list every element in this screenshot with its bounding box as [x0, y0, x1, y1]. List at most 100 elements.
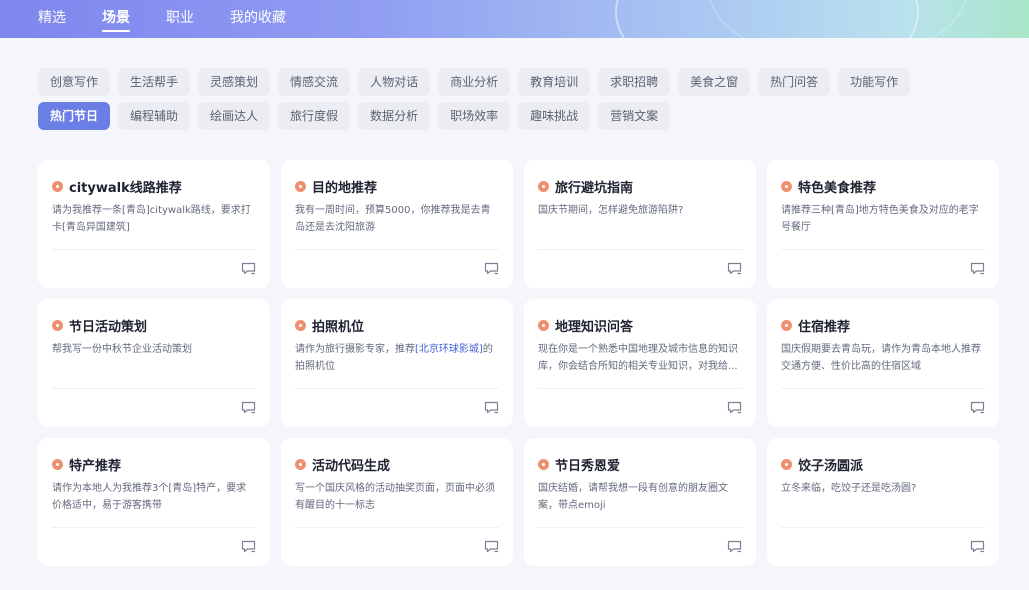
card-title: 节日活动策划 — [52, 315, 256, 335]
category-chip[interactable]: 教育培训 — [518, 68, 591, 96]
card-divider — [781, 388, 985, 389]
prompt-card[interactable]: 住宿推荐国庆假期要去青岛玩，请作为青岛本地人推荐交通方便、性价比高的住宿区域 — [767, 299, 999, 427]
card-title-text: 特产推荐 — [69, 458, 122, 474]
card-description: 帮我写一份中秋节企业活动策划 — [52, 344, 192, 355]
card-divider — [52, 249, 256, 250]
category-chip[interactable]: 功能写作 — [838, 68, 911, 96]
card-title: citywalk线路推荐 — [52, 176, 256, 196]
chat-bubble-icon[interactable] — [484, 260, 499, 275]
card-title-text: 住宿推荐 — [798, 319, 851, 335]
card-divider — [52, 527, 256, 528]
category-chip[interactable]: 营销文案 — [598, 102, 671, 130]
orange-dot-icon — [52, 458, 63, 470]
category-chip[interactable]: 灵感策划 — [198, 68, 271, 96]
card-title: 目的地推荐 — [295, 176, 499, 196]
prompt-card[interactable]: 拍照机位 请作为旅行摄影专家，推荐[北京环球影城]的拍照机位 — [281, 299, 513, 427]
chat-bubble-icon[interactable] — [727, 260, 742, 275]
category-chip[interactable]: 人物对话 — [358, 68, 431, 96]
decorative-swirl — [707, 0, 969, 38]
card-title: 特色美食推荐 — [781, 176, 985, 196]
card-title-text: 活动代码生成 — [312, 458, 391, 474]
category-chip[interactable]: 美食之窗 — [678, 68, 751, 96]
card-title: 旅行避坑指南 — [538, 176, 742, 196]
category-chip[interactable]: 编程辅助 — [118, 102, 191, 130]
category-chip[interactable]: 绘画达人 — [198, 102, 271, 130]
card-description: 请作为旅行摄影专家，推荐[北京环球影城]的拍照机位 — [295, 341, 499, 375]
category-chip[interactable]: 求职招聘 — [598, 68, 671, 96]
card-title: 节日秀恩爱 — [538, 454, 742, 474]
card-description: 国庆假期要去青岛玩，请作为青岛本地人推荐交通方便、性价比高的住宿区域 — [781, 344, 981, 372]
orange-dot-icon — [781, 458, 792, 470]
chat-bubble-icon[interactable] — [484, 399, 499, 414]
chat-bubble-icon[interactable] — [727, 399, 742, 414]
card-title: 地理知识问答 — [538, 315, 742, 335]
category-chip[interactable]: 生活帮手 — [118, 68, 191, 96]
orange-dot-icon — [52, 180, 63, 192]
chat-bubble-icon[interactable] — [484, 538, 499, 553]
card-divider — [538, 388, 742, 389]
prompt-card[interactable]: 饺子汤圆派立冬来临，吃饺子还是吃汤圆? — [767, 438, 999, 566]
chat-bubble-icon[interactable] — [970, 260, 985, 275]
category-chip[interactable]: 职场效率 — [438, 102, 511, 130]
orange-dot-icon — [538, 180, 549, 192]
nav-tab-favorites[interactable]: 我的收藏 — [230, 0, 286, 38]
nav-tab-featured[interactable]: 精选 — [38, 0, 66, 38]
category-chip[interactable]: 趣味挑战 — [518, 102, 591, 130]
orange-dot-icon — [295, 458, 306, 470]
card-divider — [538, 527, 742, 528]
prompt-card[interactable]: 旅行避坑指南国庆节期间，怎样避免旅游陷阱? — [524, 160, 756, 288]
chat-bubble-icon[interactable] — [727, 538, 742, 553]
prompt-card[interactable]: 地理知识问答 现在你是一个熟悉中国地理及城市信息的知识库，你会结合所知的相关专业知… — [524, 299, 756, 427]
orange-dot-icon — [52, 319, 63, 331]
card-divider — [538, 249, 742, 250]
prompt-card[interactable]: 特色美食推荐请推荐三种[青岛]地方特色美食及对应的老字号餐厅 — [767, 160, 999, 288]
prompt-card[interactable]: 节日活动策划帮我写一份中秋节企业活动策划 — [38, 299, 270, 427]
top-nav: 精选 场景 职业 我的收藏 — [38, 0, 322, 38]
chat-bubble-icon[interactable] — [241, 399, 256, 414]
category-chip[interactable]: 数据分析 — [358, 102, 431, 130]
card-description: 请作为本地人为我推荐3个[青岛]特产，要求价格适中，易于游客携带 — [52, 483, 247, 511]
card-description-highlight: [北京环球影城] — [415, 344, 483, 355]
category-chip[interactable]: 创意写作 — [38, 68, 111, 96]
card-divider — [295, 527, 499, 528]
card-title-text: 特色美食推荐 — [798, 180, 877, 196]
card-title-text: 节日活动策划 — [69, 319, 148, 335]
card-divider — [295, 249, 499, 250]
card-title: 活动代码生成 — [295, 454, 499, 474]
nav-tab-jobs[interactable]: 职业 — [166, 0, 194, 38]
chat-bubble-icon[interactable] — [970, 538, 985, 553]
orange-dot-icon — [295, 319, 306, 331]
category-chip[interactable]: 热门节日 — [38, 102, 111, 130]
category-chip[interactable]: 商业分析 — [438, 68, 511, 96]
prompt-card[interactable]: 活动代码生成 写一个国庆风格的活动抽奖页面，页面中必须有醒目的十一标志 — [281, 438, 513, 566]
card-title-text: 旅行避坑指南 — [555, 180, 634, 196]
card-title-text: 地理知识问答 — [555, 319, 634, 335]
prompt-card[interactable]: citywalk线路推荐请为我推荐一条[青岛]citywalk路线，要求打卡[青… — [38, 160, 270, 288]
card-description: 请推荐三种[青岛]地方特色美食及对应的老字号餐厅 — [781, 205, 979, 233]
card-title-text: 饺子汤圆派 — [798, 458, 864, 474]
chat-bubble-icon[interactable] — [241, 538, 256, 553]
card-description: 立冬来临，吃饺子还是吃汤圆? — [781, 483, 917, 494]
category-chip[interactable]: 情感交流 — [278, 68, 351, 96]
card-grid: citywalk线路推荐请为我推荐一条[青岛]citywalk路线，要求打卡[青… — [38, 160, 999, 566]
prompt-card[interactable]: 节日秀恩爱国庆结婚，请帮我想一段有创意的朋友圈文案，带点emoji — [524, 438, 756, 566]
category-chip[interactable]: 热门问答 — [758, 68, 831, 96]
nav-tab-scenes[interactable]: 场景 — [102, 0, 130, 38]
prompt-card[interactable]: 目的地推荐我有一周时间，预算5000，你推荐我是去青岛还是去沈阳旅游 — [281, 160, 513, 288]
card-description: 请为我推荐一条[青岛]citywalk路线，要求打卡[青岛异国建筑] — [52, 205, 251, 233]
category-chip[interactable]: 旅行度假 — [278, 102, 351, 130]
chat-bubble-icon[interactable] — [970, 399, 985, 414]
category-chips: 创意写作 生活帮手 灵感策划 情感交流 人物对话 商业分析 教育培训 求职招聘 美食之窗 热门问答… — [38, 68, 998, 136]
prompt-card[interactable]: 特产推荐请作为本地人为我推荐3个[青岛]特产，要求价格适中，易于游客携带 — [38, 438, 270, 566]
card-description: 国庆结婚，请帮我想一段有创意的朋友圈文案，带点emoji — [538, 483, 728, 511]
orange-dot-icon — [781, 319, 792, 331]
card-divider — [52, 388, 256, 389]
card-title: 饺子汤圆派 — [781, 454, 985, 474]
card-divider — [781, 249, 985, 250]
orange-dot-icon — [538, 458, 549, 470]
chat-bubble-icon[interactable] — [241, 260, 256, 275]
top-bar: 精选 场景 职业 我的收藏 — [0, 0, 1029, 38]
card-description: 我有一周时间，预算5000，你推荐我是去青岛还是去沈阳旅游 — [295, 205, 491, 233]
card-title-text: 目的地推荐 — [312, 180, 378, 196]
card-description: 国庆节期间，怎样避免旅游陷阱? — [538, 205, 684, 216]
